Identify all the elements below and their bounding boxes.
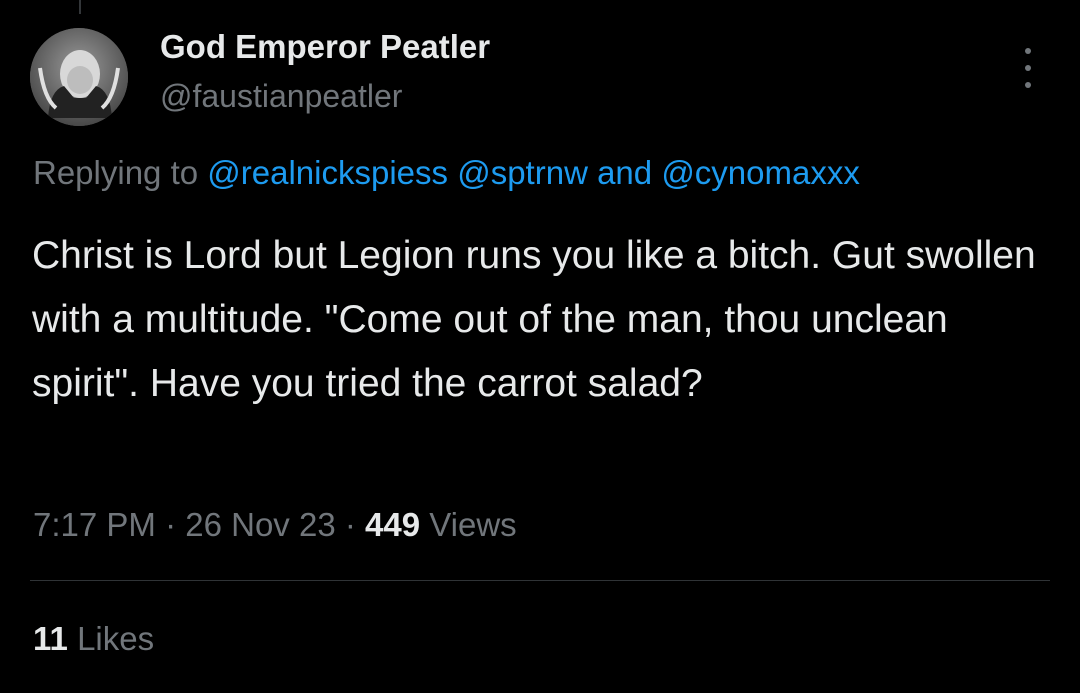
mention-link[interactable]: @cynomaxxx: [661, 154, 860, 191]
mention-link[interactable]: @realnickspiess: [207, 154, 448, 191]
mention-joiner: and: [587, 154, 662, 191]
likes-count: 11: [33, 620, 68, 657]
views-label: Views: [429, 506, 517, 543]
more-dot: [1025, 65, 1031, 71]
meta-separator: ·: [155, 506, 186, 543]
mention-link[interactable]: @sptrnw: [457, 154, 588, 191]
likes-link[interactable]: 11 Likes: [33, 620, 154, 658]
more-vertical-icon[interactable]: [1016, 48, 1040, 88]
thread-connector-line: [79, 0, 81, 14]
meta-separator: ·: [335, 506, 365, 543]
tweet-date[interactable]: 26 Nov 23: [185, 506, 335, 543]
divider: [30, 580, 1050, 581]
views-count: 449: [365, 506, 421, 543]
user-handle[interactable]: @faustianpeatler: [160, 78, 402, 115]
tweet-metadata: 7:17 PM · 26 Nov 23 · 449 Views: [33, 506, 517, 544]
replying-to-line: Replying to @realnickspiess @sptrnw and …: [33, 154, 860, 192]
display-name[interactable]: God Emperor Peatler: [160, 28, 490, 66]
replying-prefix: Replying to: [33, 154, 199, 191]
more-dot: [1025, 48, 1031, 54]
avatar[interactable]: [30, 28, 128, 126]
profile-photo-icon: [30, 28, 128, 126]
tweet-time[interactable]: 7:17 PM: [33, 506, 156, 543]
likes-label: Likes: [77, 620, 155, 657]
tweet-text: Christ is Lord but Legion runs you like …: [32, 234, 1036, 405]
more-dot: [1025, 82, 1031, 88]
